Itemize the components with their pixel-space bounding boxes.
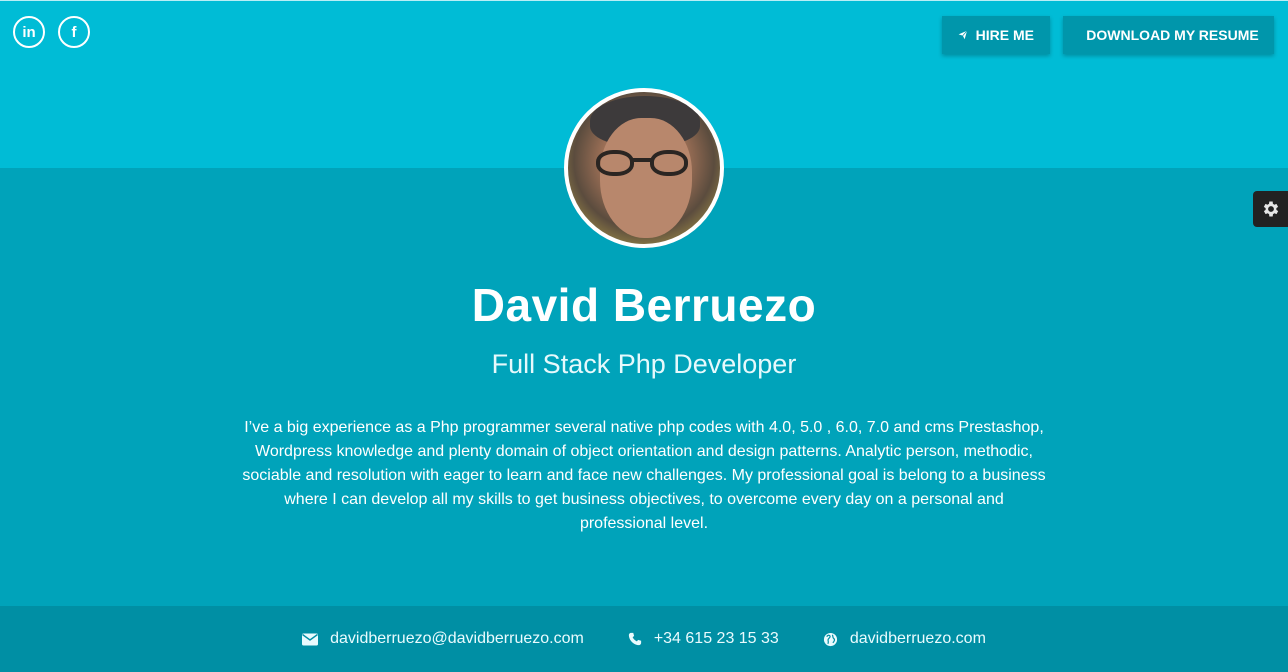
website-link[interactable]: davidberruezo.com: [823, 630, 986, 648]
phone-link[interactable]: +34 615 23 15 33: [628, 630, 779, 648]
social-links: in f: [13, 16, 90, 48]
phone-icon: [628, 632, 641, 646]
website-text: davidberruezo.com: [849, 630, 986, 647]
profile-role: Full Stack Php Developer: [491, 349, 797, 379]
phone-text: +34 615 23 15 33: [653, 630, 779, 647]
contact-list: davidberruezo@davidberruezo.com +34 615 …: [0, 606, 1288, 672]
paper-plane-icon: [958, 30, 968, 40]
envelope-icon: [302, 633, 319, 645]
facebook-icon: f: [71, 23, 77, 41]
globe-icon: [823, 632, 837, 646]
hire-me-label: HIRE ME: [975, 27, 1034, 43]
facebook-button[interactable]: f: [58, 16, 90, 48]
profile-name: David Berruezo: [471, 279, 817, 331]
settings-toggle[interactable]: [1253, 191, 1288, 227]
email-text: davidberruezo@davidberruezo.com: [330, 630, 584, 647]
download-resume-label: DOWNLOAD MY RESUME: [1086, 27, 1259, 43]
download-resume-button[interactable]: DOWNLOAD MY RESUME: [1063, 16, 1274, 54]
profile-bio: I’ve a big experience as a Php programme…: [242, 419, 1046, 532]
hire-me-button[interactable]: HIRE ME: [942, 16, 1050, 54]
profile-avatar: [564, 88, 724, 248]
email-link[interactable]: davidberruezo@davidberruezo.com: [302, 630, 584, 648]
linkedin-icon: in: [22, 23, 36, 41]
header-actions: HIRE ME DOWNLOAD MY RESUME: [942, 16, 1274, 54]
linkedin-button[interactable]: in: [13, 16, 45, 48]
gear-icon: [1263, 201, 1278, 217]
